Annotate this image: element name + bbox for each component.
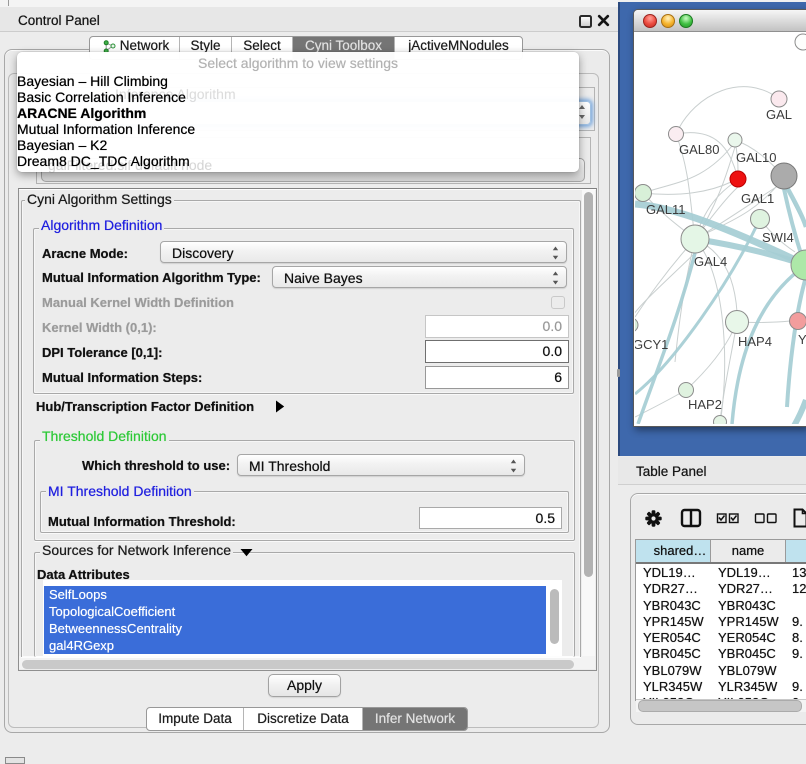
svg-text:GAL11: GAL11: [646, 202, 686, 217]
svg-text:HAP4: HAP4: [738, 334, 772, 349]
svg-text:GAL10: GAL10: [736, 150, 776, 165]
svg-text:GCY1: GCY1: [635, 337, 668, 352]
svg-text:GAL: GAL: [766, 107, 792, 122]
svg-text:SWI4: SWI4: [762, 230, 794, 245]
svg-text:Y: Y: [798, 332, 806, 347]
svg-text:GAL4: GAL4: [694, 254, 727, 269]
svg-text:GAL1: GAL1: [741, 191, 774, 206]
svg-text:GAL80: GAL80: [679, 142, 719, 157]
svg-text:HAP2: HAP2: [688, 397, 722, 412]
